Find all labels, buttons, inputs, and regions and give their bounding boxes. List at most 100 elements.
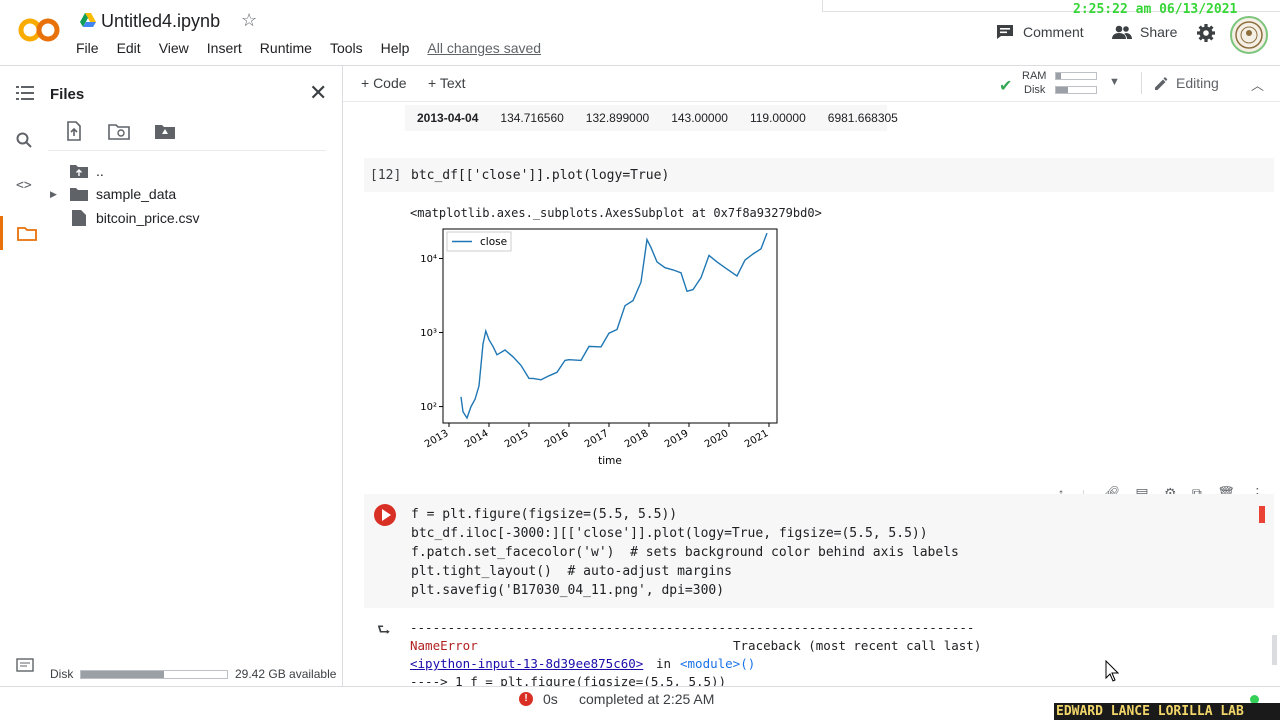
error-status-icon[interactable]: !: [519, 692, 533, 706]
code-snippets-icon[interactable]: <>: [16, 178, 32, 193]
code-editor-line[interactable]: plt.tight_layout() # auto-adjust margins: [411, 564, 732, 579]
play-icon: [382, 509, 391, 521]
refresh-folder-icon[interactable]: [108, 121, 130, 141]
x-tick-label: 2018: [623, 428, 651, 450]
ram-meter[interactable]: [1055, 72, 1097, 80]
colab-logo[interactable]: [18, 15, 60, 45]
tree-item-label: sample_data: [96, 186, 177, 202]
code-editor-line[interactable]: btc_df.iloc[-3000:][['close']].plot(logy…: [411, 526, 928, 541]
mount-drive-icon[interactable]: [154, 121, 176, 141]
comment-label: Comment: [1023, 24, 1084, 40]
collapse-header-icon[interactable]: ︿: [1251, 75, 1264, 94]
menu-edit[interactable]: Edit: [117, 40, 141, 56]
files-icon[interactable]: [12, 216, 42, 250]
plot-area: [442, 228, 778, 424]
disk-meter[interactable]: [1055, 86, 1097, 94]
code-editor-line[interactable]: f.patch.set_facecolor('w') # sets backgr…: [411, 545, 959, 560]
x-tick-label: 2020: [703, 428, 731, 450]
connected-check-icon: ✔: [999, 78, 1013, 95]
google-drive-icon: [80, 13, 96, 27]
tree-item-label: bitcoin_price.csv: [96, 210, 200, 226]
folder-up-icon: [70, 165, 88, 178]
execution-status-message[interactable]: completed at 2:25 AM: [579, 691, 714, 707]
menu-insert[interactable]: Insert: [207, 40, 242, 56]
disk-meter-fill: [1056, 87, 1068, 93]
tree-item-sample-data[interactable]: ▶ sample_data: [50, 186, 176, 202]
files-panel-title: Files: [50, 86, 85, 103]
disk-footer-label: Disk: [50, 667, 74, 681]
tree-item-parent[interactable]: ..: [50, 163, 104, 179]
add-code-button[interactable]: + Code: [361, 75, 407, 91]
y-tick-label: 10²: [420, 402, 437, 413]
traceback-in-text: in: [656, 656, 672, 671]
legend-box: close: [446, 231, 512, 252]
x-tick-label: 2021: [743, 428, 771, 450]
mouse-cursor-icon: [1105, 660, 1119, 682]
ram-label[interactable]: RAM: [1022, 70, 1046, 82]
row-cell: 143.00000: [671, 111, 728, 125]
star-icon[interactable]: ☆: [241, 10, 257, 31]
save-status-link[interactable]: All changes saved: [427, 40, 541, 56]
table-of-contents-icon[interactable]: [16, 86, 34, 100]
row-cell: 119.00000: [749, 111, 806, 125]
pencil-icon: [1155, 77, 1168, 90]
file-icon: [72, 210, 86, 226]
code-editor-line[interactable]: btc_df[['close']].plot(logy=True): [411, 168, 669, 183]
tree-item-bitcoin-csv[interactable]: bitcoin_price.csv: [50, 210, 200, 226]
expand-arrow-icon[interactable]: ▶: [50, 189, 70, 200]
upload-file-icon[interactable]: [64, 121, 84, 141]
menu-tools[interactable]: Tools: [330, 40, 363, 56]
x-tick-label: 2015: [503, 428, 531, 450]
menu-view[interactable]: View: [159, 40, 189, 56]
traceback-separator: ----------------------------------------…: [410, 620, 975, 635]
files-sidebar: [0, 66, 343, 686]
comment-button[interactable]: Comment: [996, 24, 1084, 40]
y-tick-label: 10⁴: [420, 254, 437, 265]
watermark-label: EDWARD LANCE LORILLA LAB: [1054, 703, 1280, 720]
user-avatar[interactable]: [1230, 16, 1268, 54]
x-tick-label: 2016: [543, 428, 571, 450]
x-tick-label: 2017: [583, 428, 611, 450]
menu-runtime[interactable]: Runtime: [260, 40, 312, 56]
row-index: 2013-04-04: [417, 111, 479, 125]
error-scroll-marker: [1259, 506, 1265, 523]
resources-dropdown-icon[interactable]: ▼: [1109, 76, 1120, 88]
x-tick-label: 2019: [663, 428, 691, 450]
disk-label[interactable]: Disk: [1024, 84, 1045, 96]
row-cell: 134.716560: [500, 111, 564, 125]
ipython-input-link[interactable]: <ipython-input-13-8d39ee875c60>: [410, 656, 643, 671]
y-ticks: 10² 10³ 10⁴: [420, 254, 443, 413]
output-toggle-icon[interactable]: ⮑: [377, 620, 391, 645]
x-axis-label: time: [598, 455, 622, 467]
x-tick-label: 2014: [463, 428, 491, 450]
y-tick-label: 10³: [420, 328, 437, 339]
row-cell: 132.899000: [585, 111, 650, 125]
traceback-module: <module>(): [680, 656, 756, 671]
sidebar-divider: [48, 150, 326, 151]
terminal-icon[interactable]: [16, 658, 34, 672]
settings-gear-icon[interactable]: [1196, 23, 1216, 43]
code-editor-line[interactable]: f = plt.figure(figsize=(5.5, 5.5)): [411, 507, 677, 522]
editing-mode-button[interactable]: Editing: [1153, 75, 1219, 91]
close-icon[interactable]: ✕: [309, 80, 327, 106]
menu-help[interactable]: Help: [381, 40, 410, 56]
timestamp-overlay: 2:25:22 am 06/13/2021: [1073, 2, 1238, 17]
ram-meter-fill: [1056, 73, 1061, 79]
notebook-title[interactable]: Untitled4.ipynb: [101, 11, 220, 32]
x-tick-label: 2013: [423, 428, 451, 450]
share-button[interactable]: Share: [1112, 24, 1177, 40]
error-name: NameError: [410, 638, 478, 653]
add-text-button[interactable]: + Text: [428, 75, 466, 91]
menu-file[interactable]: File: [76, 40, 99, 56]
row-cell: 6981.668305: [827, 111, 898, 125]
execution-duration: 0s: [543, 691, 558, 707]
code-editor-line[interactable]: plt.savefig('B17030_04_11.png', dpi=300): [411, 583, 724, 598]
traceback-arrow-line: ----> 1 f = plt.figure(figsize=(5.5, 5.5…: [410, 674, 727, 686]
dataframe-row: 2013-04-04 134.716560 132.899000 143.000…: [417, 111, 920, 125]
menu-bar: File Edit View Insert Runtime Tools Help…: [76, 40, 559, 56]
search-icon[interactable]: [16, 132, 32, 148]
people-icon: [1112, 25, 1132, 39]
legend-label: close: [480, 236, 507, 248]
disk-usage-fill: [81, 671, 165, 678]
scrollbar-thumb[interactable]: [1272, 635, 1277, 665]
